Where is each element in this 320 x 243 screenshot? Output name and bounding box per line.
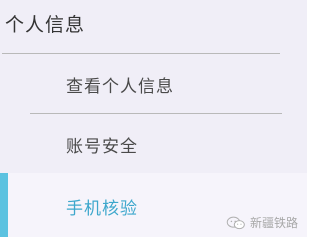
wechat-icon (226, 216, 245, 229)
active-indicator (0, 173, 8, 237)
watermark: 新疆铁路 (226, 214, 298, 231)
menu-item-label: 手机核验 (66, 199, 138, 219)
side-menu: 个人信息 查看个人信息 账号安全 手机核验 (0, 0, 307, 243)
menu-item-account-security[interactable]: 账号安全 (66, 132, 138, 157)
menu-item-view-profile[interactable]: 查看个人信息 (66, 72, 174, 97)
divider (2, 53, 280, 54)
divider (0, 237, 307, 243)
divider (30, 113, 282, 114)
watermark-text: 新疆铁路 (250, 216, 299, 230)
menu-title: 个人信息 (5, 14, 86, 36)
